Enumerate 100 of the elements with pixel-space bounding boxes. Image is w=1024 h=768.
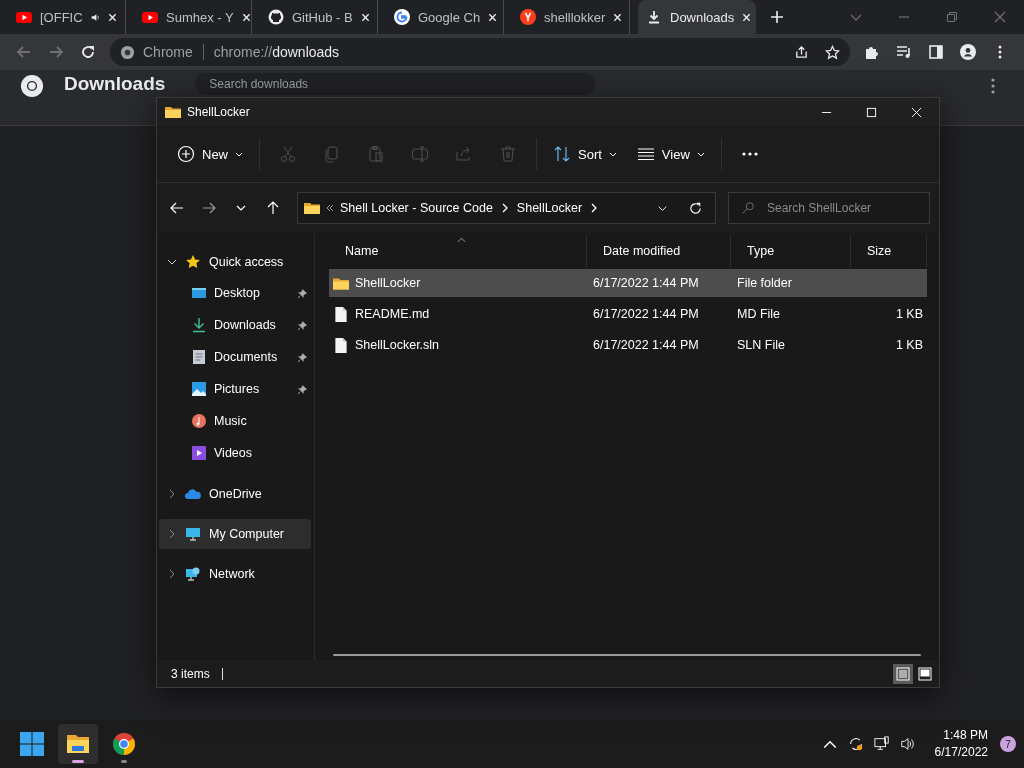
navigation-item[interactable]: My Computer	[159, 519, 311, 549]
tab-title: Downloads	[670, 9, 735, 25]
breadcrumb-item[interactable]: ShellLocker	[516, 201, 583, 215]
item-count: 3 items	[171, 667, 210, 681]
media-queue-icon[interactable]	[896, 44, 912, 60]
date-cell-text: 6/17/2022 1:44 PM	[592, 307, 700, 321]
search-field[interactable]: Search downloads	[195, 73, 596, 95]
sync-icon[interactable]	[847, 736, 864, 752]
scrollbar[interactable]	[333, 654, 921, 656]
tiles-view-button[interactable]	[915, 664, 935, 684]
caret-icon	[696, 151, 705, 157]
video-site-icon	[16, 9, 32, 25]
new-button[interactable]: New	[169, 136, 251, 172]
close-tab-icon[interactable]	[241, 12, 251, 22]
google-g-icon	[394, 9, 410, 25]
size-cell: 1 KB	[895, 307, 923, 321]
site-label: Chrome	[143, 44, 193, 60]
search-field[interactable]: Search ShellLocker	[728, 192, 930, 224]
back-icon[interactable]	[168, 200, 186, 216]
url-text: chrome://downloads	[213, 44, 340, 60]
type-cell-text: MD File	[736, 307, 782, 321]
view-button[interactable]: View	[628, 136, 713, 172]
share-icon[interactable]	[794, 44, 809, 60]
video-icon	[191, 445, 207, 461]
close-tab-icon[interactable]	[613, 12, 623, 22]
folder-icon	[165, 105, 181, 119]
close-tab-icon[interactable]	[488, 12, 498, 22]
forward-icon[interactable]	[200, 200, 218, 216]
file-row[interactable]: README.md 6/17/2022 1:44 PM MD File 1 KB	[329, 300, 927, 328]
page-title: Downloads	[64, 73, 166, 95]
refresh-icon[interactable]	[688, 200, 703, 216]
large-icons-icon	[918, 667, 932, 681]
browser-logo-icon	[112, 732, 136, 756]
star-icon	[185, 254, 201, 270]
notification-badge[interactable]: 7	[1000, 736, 1016, 752]
file-row[interactable]: ShellLocker 6/17/2022 1:44 PM File folder	[329, 269, 927, 297]
search-icon	[741, 201, 755, 215]
column-header[interactable]: Type	[731, 235, 851, 267]
chevron-icon[interactable]	[590, 203, 599, 213]
chevron-icon[interactable]	[167, 257, 177, 267]
column-header[interactable]: Date modified	[587, 235, 731, 267]
browser-tab[interactable]: Downloads	[638, 0, 756, 34]
network-icon	[185, 566, 201, 582]
close-tab-icon[interactable]	[360, 12, 370, 22]
details-list-icon	[896, 667, 910, 681]
letter-y-icon	[520, 9, 536, 25]
navigation-item[interactable]: Documents	[157, 341, 314, 373]
navigation-item[interactable]: Pictures	[157, 373, 314, 405]
caret-icon	[235, 151, 243, 157]
four-squares-icon	[20, 732, 44, 756]
puzzle-icon[interactable]	[864, 44, 880, 60]
navigation-item[interactable]: Quick access	[159, 247, 311, 277]
restore-icon[interactable]	[946, 11, 958, 23]
tab-title: Google Ch	[418, 9, 481, 25]
double-chevron-icon[interactable]	[326, 204, 334, 212]
date-cell-text: 6/17/2022 1:44 PM	[592, 276, 700, 290]
file-row[interactable]: ShellLocker.sln 6/17/2022 1:44 PM SLN File 1 KB	[329, 331, 927, 359]
navigation-item[interactable]: OneDrive	[159, 479, 311, 509]
sort-ascending-icon	[457, 237, 466, 243]
profile-avatar-icon[interactable]	[960, 44, 976, 60]
navigation-item[interactable]: Desktop	[157, 277, 314, 309]
more-options-icon[interactable]	[990, 77, 996, 95]
document-icon	[333, 306, 349, 322]
close-tab-icon[interactable]	[742, 12, 752, 22]
network-icon[interactable]	[873, 736, 890, 752]
address-bar[interactable]: Shell Locker - Source Code ShellLocker	[297, 192, 716, 224]
video-site-icon	[142, 9, 158, 25]
download-icon	[191, 317, 207, 333]
maximize-icon[interactable]	[866, 106, 877, 118]
download-icon	[646, 9, 662, 25]
navigation-item[interactable]: Music	[157, 405, 314, 437]
address-bar[interactable]: Chrome chrome://downloads	[110, 38, 850, 66]
volume-icon[interactable]	[899, 736, 916, 752]
navigation-item[interactable]: Downloads	[157, 309, 314, 341]
file-name: ShellLocker.sln	[355, 338, 440, 352]
chevron-icon[interactable]	[500, 203, 509, 213]
new-tab-icon[interactable]	[770, 10, 784, 24]
tab-title: Sumhex - Y	[166, 9, 234, 25]
column-header[interactable]: Size	[851, 235, 927, 267]
size-cell: 1 KB	[895, 338, 923, 352]
tab-title: shelllokker	[544, 9, 606, 25]
desktop-icon	[191, 285, 207, 301]
monitor-icon	[185, 526, 201, 542]
folder-icon	[66, 732, 90, 756]
reload-icon[interactable]	[80, 44, 96, 60]
breadcrumb-item[interactable]: Shell Locker - Source Code	[340, 201, 493, 215]
explorer-taskbar-button[interactable]	[58, 724, 98, 764]
document-icon	[333, 337, 349, 353]
sort-button[interactable]: Sort	[545, 136, 625, 172]
document-icon	[191, 349, 207, 365]
close-tab-icon[interactable]	[108, 12, 117, 22]
navigation-item[interactable]: Network	[159, 559, 311, 589]
type-cell-text: File folder	[736, 276, 793, 290]
navigation-item[interactable]: Videos	[157, 437, 314, 469]
date-cell-text: 6/17/2022 1:44 PM	[592, 338, 700, 352]
star-icon[interactable]	[825, 44, 840, 60]
side-panel-icon[interactable]	[928, 44, 944, 60]
music-note-icon	[191, 413, 207, 429]
column-header[interactable]: Name	[329, 235, 587, 267]
clock[interactable]: 1:48 PM 6/17/2022	[934, 727, 988, 761]
